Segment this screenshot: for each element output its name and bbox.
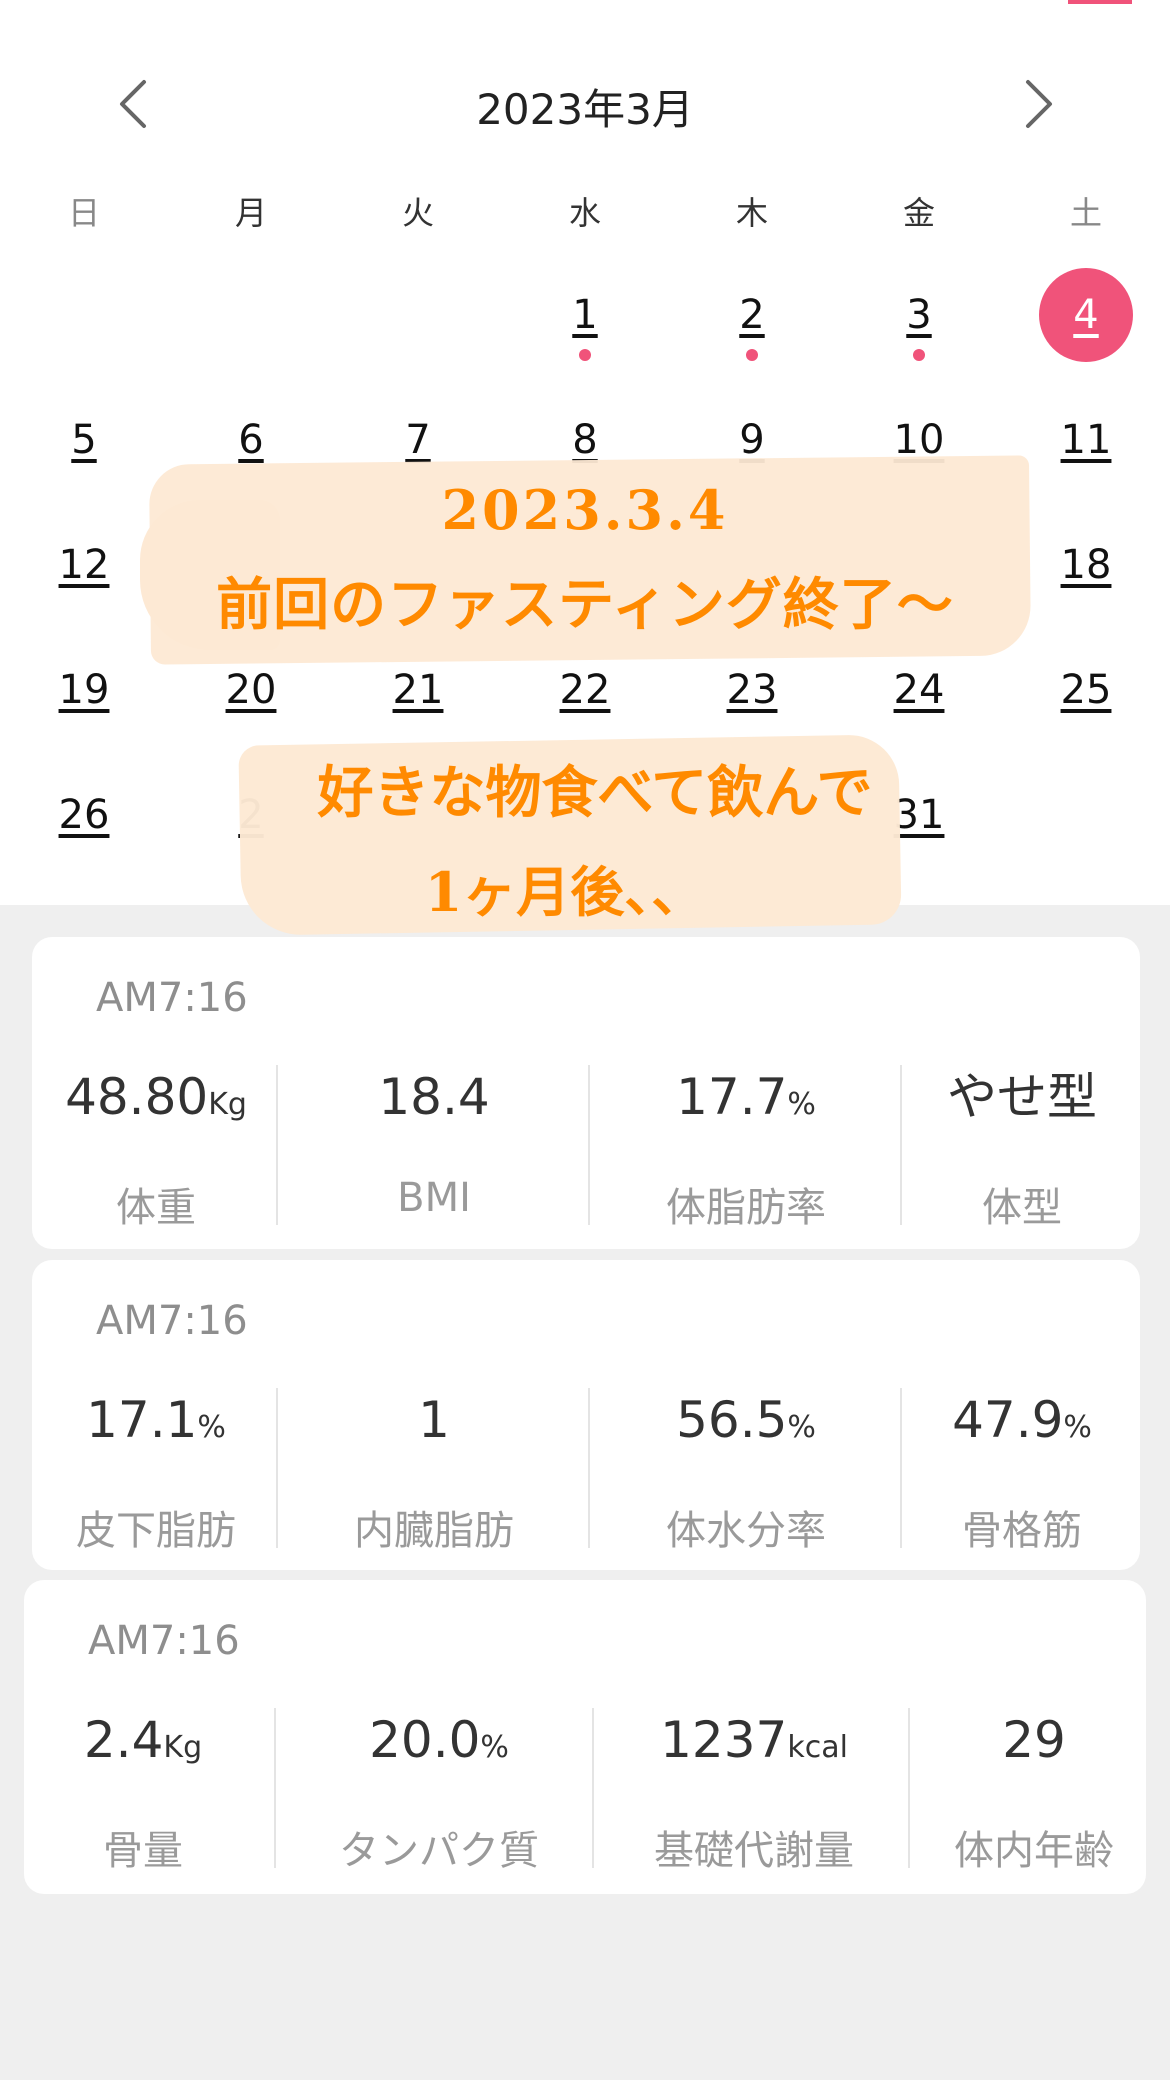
calendar-day-selected[interactable]: 4 [1002, 268, 1170, 375]
measurement-card[interactable]: AM7:16 48.80Kg 体重 18.4 BMI 17.7% 体脂肪率 やせ… [32, 937, 1140, 1249]
month-label: 2023年3月 [476, 85, 694, 134]
record-dot [746, 349, 758, 361]
metric-bmi: 18.4 BMI [378, 1068, 490, 1221]
calendar-day[interactable]: 22 [501, 660, 669, 750]
measurement-time: AM7:16 [96, 1298, 248, 1344]
calendar-day[interactable]: 2 [668, 285, 836, 375]
weekday-sun: 日 [67, 194, 100, 232]
measurement-card[interactable]: AM7:16 17.1% 皮下脂肪 1 内臓脂肪 56.5% 体水分率 47.9… [32, 1260, 1140, 1570]
record-dot [913, 349, 925, 361]
metric-protein: 20.0% タンパク質 [339, 1711, 539, 1874]
divider [592, 1708, 594, 1868]
weekday-tue: 火 [401, 194, 434, 232]
measurement-time: AM7:16 [88, 1618, 240, 1664]
measurement-card[interactable]: AM7:16 2.4Kg 骨量 20.0% タンパク質 1237kcal 基礎代… [24, 1580, 1146, 1894]
metric-subcutaneous-fat: 17.1% 皮下脂肪 [76, 1391, 236, 1554]
calendar-day[interactable]: 3 [835, 285, 1003, 375]
calendar-day[interactable]: 1 [501, 285, 669, 375]
overlay-caption: 前回のファスティング終了〜 [216, 572, 954, 638]
calendar-day[interactable]: 19 [0, 660, 168, 750]
overlay-caption: 好きな物食べて飲んで [317, 760, 873, 826]
header-action-partial[interactable] [1068, 0, 1132, 4]
metric-visceral-fat: 1 内臓脂肪 [354, 1391, 514, 1554]
metric-body-water: 56.5% 体水分率 [666, 1391, 826, 1554]
divider [908, 1708, 910, 1868]
metric-skeletal-muscle: 47.9% 骨格筋 [952, 1391, 1092, 1554]
measurement-time: AM7:16 [96, 975, 248, 1021]
record-dot [579, 349, 591, 361]
calendar-day[interactable]: 21 [334, 660, 502, 750]
metric-weight: 48.80Kg 体重 [65, 1068, 247, 1231]
calendar-day[interactable]: 20 [167, 660, 335, 750]
metric-basal-metabolism: 1237kcal 基礎代謝量 [654, 1711, 854, 1874]
month-navigation: 2023年3月 [0, 70, 1170, 140]
header-partial [0, 0, 1170, 8]
metric-bone-mass: 2.4Kg 骨量 [83, 1711, 203, 1874]
weekday-fri: 金 [902, 194, 935, 232]
weekday-sat: 土 [1069, 194, 1102, 232]
metric-body-fat: 17.7% 体脂肪率 [666, 1068, 826, 1231]
weekday-header: 日 月 火 水 木 金 土 [0, 188, 1170, 238]
metric-body-type: やせ型 体型 [947, 1068, 1097, 1231]
weekday-thu: 木 [735, 194, 768, 232]
overlay-caption: 1ヶ月後、、 [424, 860, 706, 924]
chevron-right-icon[interactable] [1022, 78, 1056, 130]
calendar-day[interactable]: 25 [1002, 660, 1170, 750]
weekday-wed: 水 [568, 194, 601, 232]
divider [274, 1708, 276, 1868]
weekday-mon: 月 [234, 194, 267, 232]
metric-body-age: 29 体内年齢 [954, 1711, 1114, 1870]
overlay-date: 2023.3.4 [441, 478, 729, 542]
